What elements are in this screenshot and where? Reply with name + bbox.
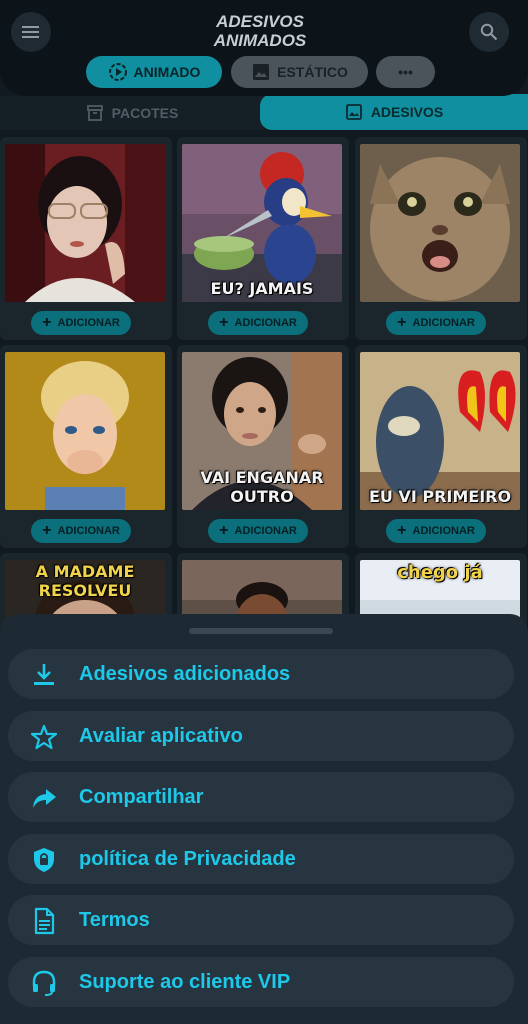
shield-lock-icon (34, 848, 54, 872)
plus-icon: + (219, 522, 229, 539)
menu-item-terms[interactable]: Termos (8, 895, 514, 945)
app-title-line1: ADESIVOS (216, 12, 304, 31)
menu-item-label: Adesivos adicionados (79, 663, 291, 685)
add-sticker-label: ADICIONAR (234, 317, 297, 329)
menu-item-label: Avaliar aplicativo (79, 725, 243, 747)
image-icon (253, 64, 270, 80)
plus-icon: + (397, 522, 407, 539)
sticker-caption: EU? JAMAIS (210, 279, 314, 298)
add-sticker-button[interactable]: + ADICIONAR (386, 519, 486, 543)
sticker-caption: EU VI PRIMEIRO (368, 487, 512, 506)
menu-item-share[interactable]: Compartilhar (8, 772, 514, 822)
bottom-sheet-menu: Adesivos adicionados Avaliar aplicativo … (0, 614, 528, 1024)
more-options-button[interactable]: ••• (376, 56, 435, 88)
sticker-caption: VAI ENGANAR OUTRO (200, 468, 324, 506)
sticker-caption: A MADAME RESOLVEU (35, 562, 135, 600)
add-sticker-label: ADICIONAR (57, 317, 120, 329)
sticker-card[interactable]: + ADICIONAR (355, 137, 527, 340)
menu-item-label: política de Privacidade (79, 848, 296, 870)
add-sticker-button[interactable]: + ADICIONAR (31, 311, 131, 335)
mode-animado-label: ANIMADO (133, 64, 201, 80)
share-icon (33, 789, 56, 808)
plus-icon: + (42, 522, 52, 539)
app-root: ADESIVOS ANIMADOS ANIMADO ESTÁTICO ••• P… (0, 0, 528, 1024)
archive-icon (86, 105, 103, 121)
download-icon (34, 664, 54, 685)
plus-icon: + (397, 314, 407, 331)
document-icon (34, 907, 55, 935)
image-icon (345, 104, 362, 120)
tab-adesivos[interactable]: ADESIVOS (260, 94, 528, 130)
sticker-card[interactable]: EU VI PRIMEIRO + ADICIONAR (355, 345, 527, 548)
sticker-thumbnail[interactable] (360, 144, 520, 302)
add-sticker-button[interactable]: + ADICIONAR (208, 311, 308, 335)
hamburger-icon (22, 26, 39, 38)
plus-icon: + (219, 314, 229, 331)
plus-icon: + (42, 314, 52, 331)
sticker-thumbnail[interactable]: EU? JAMAIS (182, 144, 342, 302)
add-sticker-button[interactable]: + ADICIONAR (386, 311, 486, 335)
search-icon (480, 23, 498, 41)
menu-item-label: Termos (79, 909, 150, 931)
mode-estatico-label: ESTÁTICO (277, 64, 348, 80)
menu-item-added-stickers[interactable]: Adesivos adicionados (8, 649, 514, 699)
sticker-thumbnail[interactable]: VAI ENGANAR OUTRO (182, 352, 342, 510)
add-sticker-button[interactable]: + ADICIONAR (31, 519, 131, 543)
sticker-caption: chego já (397, 562, 483, 583)
mode-animado-button[interactable]: ANIMADO (86, 56, 222, 88)
drag-handle[interactable] (189, 628, 333, 634)
play-circle-icon (108, 63, 127, 81)
add-sticker-label: ADICIONAR (412, 525, 475, 537)
menu-button[interactable] (11, 12, 51, 52)
sticker-thumbnail[interactable]: EU VI PRIMEIRO (360, 352, 520, 510)
sticker-card[interactable]: + ADICIONAR (0, 137, 172, 340)
sticker-thumbnail[interactable] (5, 144, 165, 302)
headset-icon (32, 970, 56, 996)
mode-estatico-button[interactable]: ESTÁTICO (231, 56, 368, 88)
star-icon (30, 724, 58, 750)
tab-pacotes[interactable]: PACOTES (0, 96, 264, 130)
more-icon: ••• (398, 64, 413, 80)
add-sticker-label: ADICIONAR (234, 525, 297, 537)
menu-item-rate-app[interactable]: Avaliar aplicativo (8, 711, 514, 761)
sticker-card[interactable]: EU? JAMAIS + ADICIONAR (177, 137, 349, 340)
tab-adesivos-label: ADESIVOS (370, 104, 444, 120)
add-sticker-button[interactable]: + ADICIONAR (208, 519, 308, 543)
sticker-card[interactable]: VAI ENGANAR OUTRO + ADICIONAR (177, 345, 349, 548)
menu-item-label: Compartilhar (79, 786, 204, 808)
menu-item-label: Suporte ao cliente VIP (79, 971, 291, 993)
search-button[interactable] (469, 12, 509, 52)
mode-selector: ANIMADO ESTÁTICO ••• (0, 56, 528, 88)
add-sticker-label: ADICIONAR (57, 525, 120, 537)
menu-item-vip-support[interactable]: Suporte ao cliente VIP (8, 957, 514, 1007)
menu-item-privacy-policy[interactable]: política de Privacidade (8, 834, 514, 884)
sticker-thumbnail[interactable] (5, 352, 165, 510)
tab-pacotes-label: PACOTES (111, 105, 179, 121)
add-sticker-label: ADICIONAR (412, 317, 475, 329)
tab-bar: PACOTES ADESIVOS (0, 94, 528, 130)
app-title-line2: ANIMADOS (213, 31, 307, 50)
sticker-card[interactable]: + ADICIONAR (0, 345, 172, 548)
app-title: ADESIVOS ANIMADOS (164, 12, 356, 50)
